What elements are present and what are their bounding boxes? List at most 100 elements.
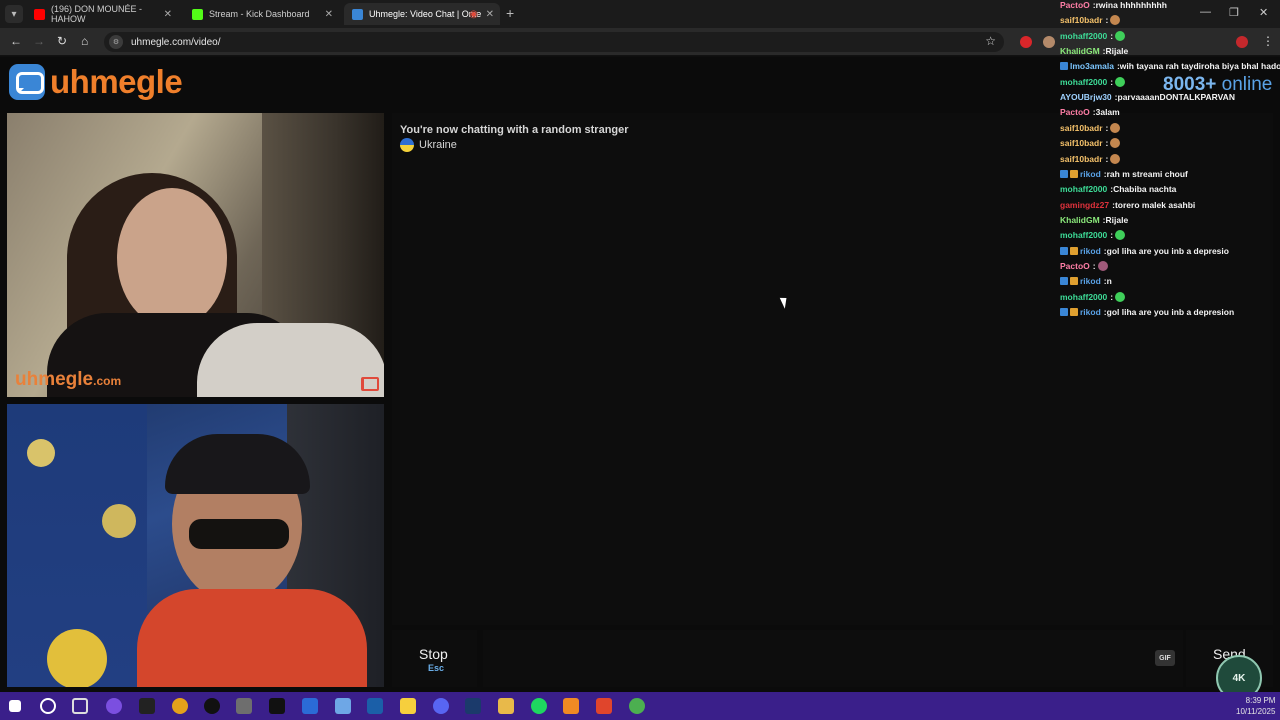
chat-separator: :	[1105, 122, 1109, 133]
spotify-icon[interactable]	[531, 698, 547, 714]
chrome-icon[interactable]	[172, 698, 188, 714]
stream-chat-message: AYOUBrjw30: parvaaaanDONTALKPARVAN	[1060, 92, 1235, 102]
system-clock[interactable]: 8:39 PM 10/11/2025	[1236, 695, 1275, 717]
ukraine-flag-icon	[400, 138, 414, 152]
headset	[165, 434, 310, 494]
sunglasses	[189, 519, 289, 549]
emote-icon	[1110, 138, 1121, 149]
file-explorer-icon[interactable]	[400, 698, 416, 714]
tab-youtube[interactable]: (196) DON MOUNÉE - HAHOW ✕	[26, 3, 178, 25]
stop-shortcut: Esc	[428, 663, 445, 673]
app-icon[interactable]	[335, 698, 351, 714]
face	[117, 188, 227, 328]
tab-list-dropdown-icon[interactable]: ▾	[5, 5, 23, 23]
chat-message-text: rah m streami chouf	[1106, 168, 1188, 179]
stream-chat-message: PactoO: 3alam	[1060, 107, 1120, 117]
chat-username: KhalidGM	[1060, 214, 1100, 225]
tab-title: Uhmegle: Video Chat | Ome	[369, 9, 482, 19]
stranger-video: uhmegle.com	[7, 113, 384, 397]
steam-icon[interactable]	[367, 698, 383, 714]
discord-icon[interactable]	[433, 698, 449, 714]
forward-icon[interactable]: →	[33, 34, 45, 48]
logo-text: uhmegle	[50, 63, 183, 100]
chat-username: AYOUBrjw30	[1060, 92, 1112, 103]
gif-button[interactable]: GIF	[1155, 650, 1175, 666]
emote-icon	[1097, 260, 1108, 271]
chrome-icon[interactable]	[629, 698, 645, 714]
app-icon[interactable]	[269, 698, 285, 714]
chat-username: rikod	[1080, 276, 1101, 287]
close-tab-icon[interactable]: ✕	[164, 9, 172, 20]
site-info-icon[interactable]: ⚙	[109, 35, 123, 49]
chat-separator: :	[1110, 76, 1114, 87]
report-flag-icon[interactable]	[361, 377, 379, 391]
stream-chat-message: PactoO:	[1060, 260, 1108, 271]
chat-username: rikod	[1080, 168, 1101, 179]
search-icon[interactable]	[40, 698, 56, 714]
chat-username: mohaff2000	[1060, 184, 1108, 195]
reload-icon[interactable]: ↻	[57, 34, 67, 48]
extension-icon[interactable]	[1020, 36, 1032, 48]
chat-username: mohaff2000	[1060, 230, 1108, 241]
tab-uhmegle[interactable]: Uhmegle: Video Chat | Ome ◉ ✕	[344, 3, 500, 25]
site-logo[interactable]: uhmegle	[9, 63, 183, 101]
stream-chat-message: saif10badr:	[1060, 153, 1121, 164]
new-tab-icon[interactable]: +	[506, 5, 514, 21]
4k-label: 4K	[1232, 672, 1246, 684]
chat-username: saif10badr	[1060, 122, 1103, 133]
start-icon[interactable]	[9, 700, 21, 712]
chat-username: KhalidGM	[1060, 46, 1100, 57]
user-badge-icon	[1060, 277, 1068, 286]
steam-icon[interactable]	[465, 698, 481, 714]
stream-chat-message: KhalidGM: Rijale	[1060, 46, 1128, 56]
brave-icon[interactable]	[596, 698, 612, 714]
app-icon[interactable]	[563, 698, 579, 714]
url-text[interactable]: uhmegle.com/video/	[131, 37, 221, 48]
stream-chat-message: mohaff2000:	[1060, 291, 1126, 302]
shirt	[137, 589, 367, 687]
chat-separator: :	[1110, 291, 1114, 302]
emote-icon	[1110, 15, 1121, 26]
obs-icon[interactable]	[204, 698, 220, 714]
stream-chat-message: rikod: rah m streami chouf	[1060, 169, 1188, 179]
close-tab-icon[interactable]: ✕	[325, 9, 333, 20]
address-bar[interactable]: ⚙ uhmegle.com/video/ ☆	[104, 32, 1004, 52]
chat-separator: :	[1110, 30, 1114, 41]
stream-chat-message: saif10badr:	[1060, 15, 1121, 26]
back-icon[interactable]: ←	[10, 34, 22, 48]
folder-icon[interactable]	[498, 698, 514, 714]
app-icon[interactable]	[139, 698, 155, 714]
stream-chat-message: mohaff2000:	[1060, 30, 1126, 41]
stop-button[interactable]: Stop Esc	[392, 630, 477, 687]
chat-username: rikod	[1080, 307, 1101, 317]
chat-username: PactoO	[1060, 260, 1090, 271]
chat-message-text: wih tayana rah taydiroha biya bhal hado …	[1119, 61, 1280, 72]
chat-username: rikod	[1080, 245, 1101, 256]
self-video	[7, 404, 384, 687]
chat-username: mohaff2000	[1060, 30, 1108, 41]
close-tab-icon[interactable]: ✕	[486, 9, 494, 20]
cortana-icon[interactable]	[106, 698, 122, 714]
moon-decoration	[102, 504, 136, 538]
tab-title: (196) DON MOUNÉE - HAHOW	[51, 4, 143, 24]
user-badge-icon	[1060, 169, 1068, 178]
clock-date: 10/11/2025	[1236, 707, 1276, 716]
task-view-icon[interactable]	[72, 698, 88, 714]
chat-separator: :	[1105, 153, 1109, 164]
extension-icon[interactable]	[1043, 36, 1055, 48]
chat-message-text: gol liha are you inb a depresion	[1106, 307, 1235, 317]
stream-chat-message: rikod: gol liha are you inb a depresio	[1060, 246, 1229, 256]
app-icon[interactable]	[236, 698, 252, 714]
chat-username: saif10badr	[1060, 15, 1103, 26]
pillow	[197, 323, 384, 397]
chat-message-text: Rijale	[1105, 214, 1129, 225]
tab-kick-dashboard[interactable]: Stream - Kick Dashboard ✕	[184, 3, 339, 25]
app-icon[interactable]	[302, 698, 318, 714]
recording-icon: ◉	[469, 8, 478, 20]
message-input[interactable]: GIF	[483, 630, 1183, 687]
home-icon[interactable]: ⌂	[81, 34, 88, 48]
stop-label: Stop	[419, 646, 448, 662]
chat-bubble-icon	[9, 64, 45, 100]
bookmark-star-icon[interactable]: ☆	[985, 34, 996, 48]
user-badge-icon	[1060, 246, 1068, 255]
